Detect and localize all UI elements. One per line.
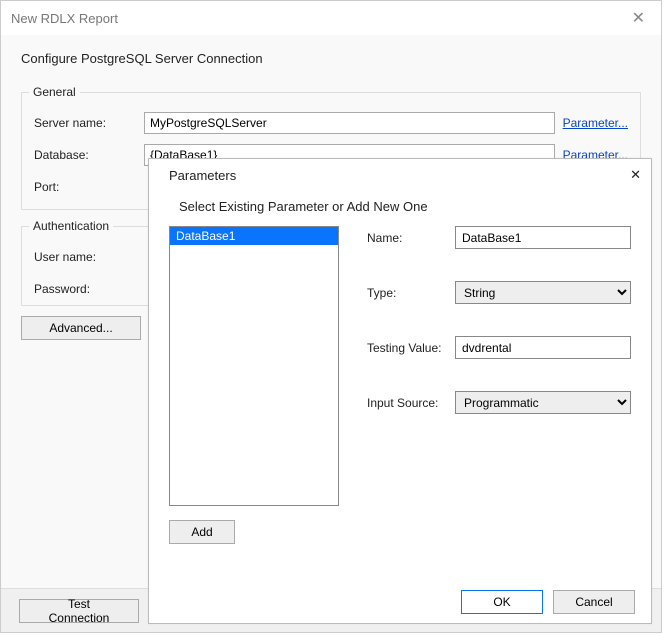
name-input[interactable]: [455, 226, 631, 249]
parameters-bottom-bar: OK Cancel: [149, 581, 651, 623]
parameters-title: Parameters: [169, 168, 236, 183]
server-parameter-link[interactable]: Parameter...: [563, 116, 628, 130]
titlebar: New RDLX Report ✕: [1, 1, 661, 35]
general-legend: General: [29, 85, 80, 99]
test-connection-button[interactable]: Test Connection: [19, 599, 139, 623]
parameter-listbox[interactable]: DataBase1: [169, 226, 339, 506]
parameters-close-icon[interactable]: ✕: [630, 167, 641, 183]
cancel-button[interactable]: Cancel: [553, 590, 635, 614]
password-label: Password:: [34, 282, 144, 296]
page-subtitle: Configure PostgreSQL Server Connection: [1, 35, 661, 76]
window-title: New RDLX Report: [11, 11, 118, 26]
name-label: Name:: [367, 231, 455, 245]
testing-value-label: Testing Value:: [367, 341, 455, 355]
testing-value-input[interactable]: [455, 336, 631, 359]
close-icon[interactable]: ✕: [626, 8, 651, 28]
ok-button[interactable]: OK: [461, 590, 543, 614]
username-label: User name:: [34, 250, 144, 264]
type-label: Type:: [367, 286, 455, 300]
input-source-label: Input Source:: [367, 396, 455, 410]
parameters-subtitle: Select Existing Parameter or Add New One: [149, 191, 651, 226]
parameters-dialog: Parameters ✕ Select Existing Parameter o…: [148, 158, 652, 624]
type-select[interactable]: String: [455, 281, 631, 304]
database-label: Database:: [34, 148, 144, 162]
add-button[interactable]: Add: [169, 520, 235, 544]
list-item[interactable]: DataBase1: [170, 227, 338, 245]
advanced-button[interactable]: Advanced...: [21, 316, 141, 340]
port-label: Port:: [34, 180, 144, 194]
parameter-form: Name: Type: String Testing Value: Input …: [367, 226, 631, 544]
server-name-input[interactable]: [144, 112, 555, 134]
server-name-label: Server name:: [34, 116, 144, 130]
input-source-select[interactable]: Programmatic: [455, 391, 631, 414]
auth-legend: Authentication: [29, 219, 113, 233]
parameters-titlebar: Parameters ✕: [149, 159, 651, 191]
